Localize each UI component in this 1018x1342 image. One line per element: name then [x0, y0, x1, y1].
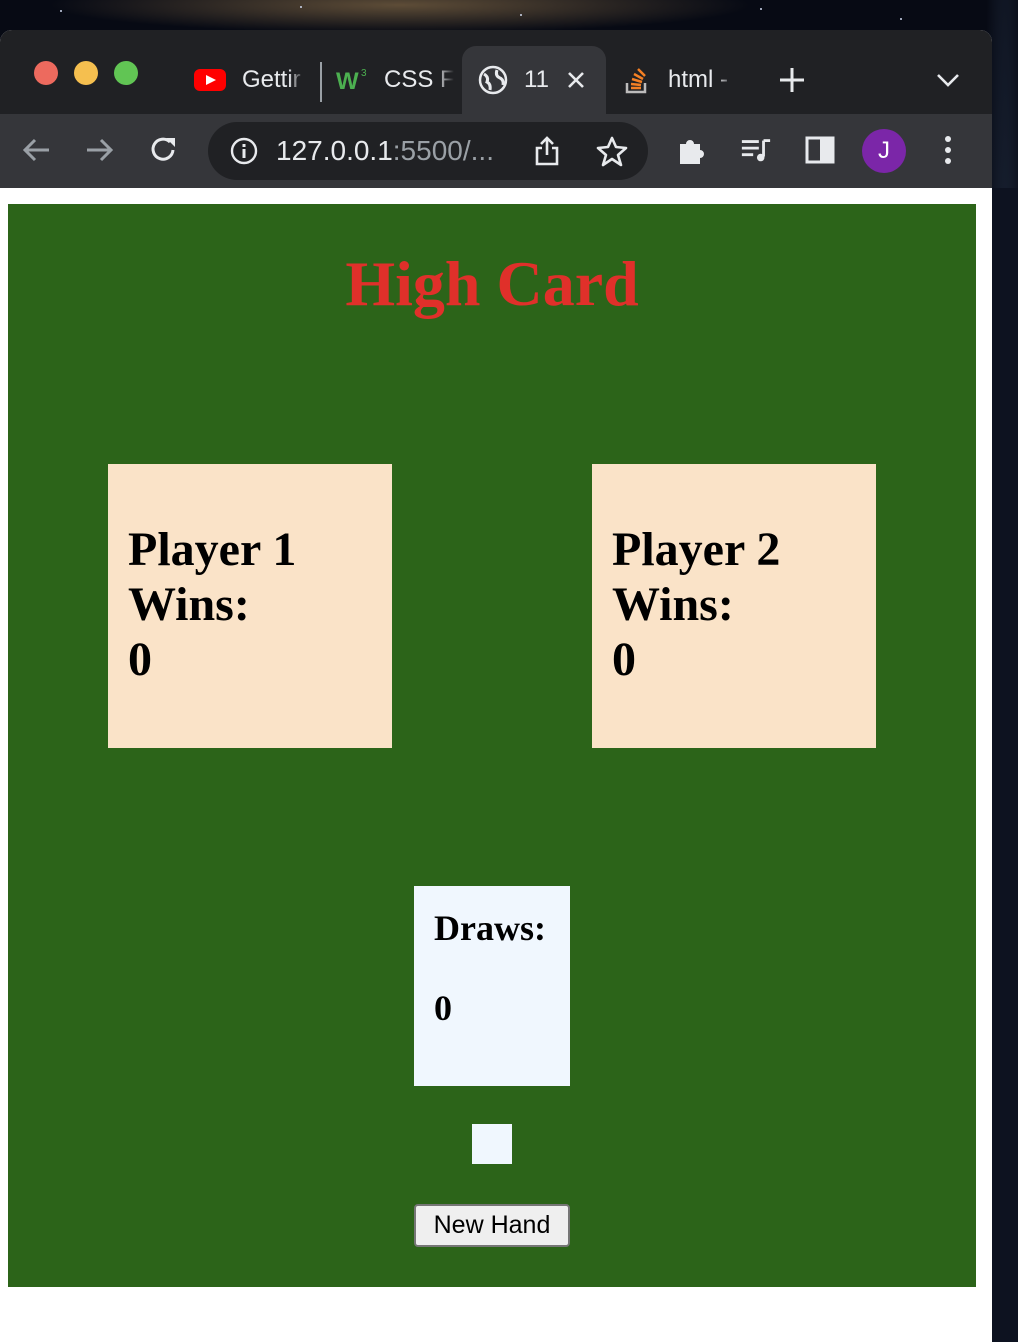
browser-window: Gettir W3 CSS F 11 html - 127.0.0.1:5500…	[0, 30, 992, 1342]
tab-label: Gettir	[242, 66, 301, 93]
tab-label: CSS F	[384, 66, 454, 93]
close-window-button[interactable]	[34, 61, 58, 85]
media-queue-icon[interactable]	[740, 134, 772, 166]
site-info-icon[interactable]	[230, 137, 258, 165]
player1-wins-label: Wins:	[128, 578, 250, 631]
stackoverflow-icon	[624, 66, 650, 94]
player2-wins-label: Wins:	[612, 578, 734, 631]
url-text: 127.0.0.1:5500/...	[276, 122, 494, 180]
youtube-icon	[194, 69, 226, 91]
desktop-edge	[992, 188, 1018, 1342]
draws-label: Draws:	[434, 908, 546, 948]
extensions-puzzle-icon[interactable]	[676, 134, 708, 166]
player1-name: Player 1	[128, 523, 297, 576]
side-panel-icon[interactable]	[804, 134, 836, 166]
address-bar[interactable]: 127.0.0.1:5500/...	[208, 122, 648, 180]
maximize-window-button[interactable]	[114, 61, 138, 85]
url-host: 127.0.0.1	[276, 135, 393, 166]
player1-wins-value: 0	[128, 633, 152, 686]
svg-text:3: 3	[361, 68, 367, 79]
game-table: High Card Player 1 Wins: 0 Player 2 Wins…	[8, 204, 976, 1287]
player2-name: Player 2	[612, 523, 781, 576]
url-path: :5500/...	[392, 135, 494, 166]
new-tab-icon[interactable]	[778, 66, 806, 94]
tab-label: html -	[668, 66, 728, 93]
card-display-box	[472, 1124, 512, 1164]
tab-active[interactable]: 11	[462, 46, 606, 114]
tab-search-chevron-icon[interactable]	[936, 72, 960, 88]
player1-score-card: Player 1 Wins: 0	[108, 464, 392, 748]
page-viewport: High Card Player 1 Wins: 0 Player 2 Wins…	[0, 188, 992, 1342]
profile-avatar[interactable]: J	[862, 129, 906, 173]
bookmark-star-icon[interactable]	[596, 135, 628, 167]
player2-wins-value: 0	[612, 633, 636, 686]
tab-stackoverflow[interactable]: html -	[610, 46, 746, 114]
tab-youtube[interactable]: Gettir	[180, 46, 316, 114]
back-arrow-icon[interactable]	[20, 134, 52, 166]
browser-toolbar: 127.0.0.1:5500/... J	[0, 114, 992, 188]
game-title: High Card	[345, 248, 639, 319]
w3schools-icon: W3	[336, 67, 370, 93]
draws-card: Draws: 0	[414, 886, 570, 1086]
tab-label: 11	[524, 66, 549, 93]
draws-value: 0	[434, 988, 452, 1028]
share-icon[interactable]	[534, 135, 560, 167]
close-tab-icon[interactable]	[567, 71, 585, 89]
forward-arrow-icon[interactable]	[84, 134, 116, 166]
tab-bar: Gettir W3 CSS F 11 html -	[0, 30, 992, 114]
player2-score-card: Player 2 Wins: 0	[592, 464, 876, 748]
new-hand-button[interactable]: New Hand	[414, 1204, 570, 1247]
reload-icon[interactable]	[148, 134, 180, 166]
globe-icon	[478, 65, 508, 95]
svg-text:W: W	[336, 68, 359, 93]
minimize-window-button[interactable]	[74, 61, 98, 85]
kebab-menu-icon[interactable]	[932, 134, 964, 166]
tab-w3schools[interactable]: W3 CSS F	[324, 46, 460, 114]
tab-separator	[320, 62, 322, 102]
